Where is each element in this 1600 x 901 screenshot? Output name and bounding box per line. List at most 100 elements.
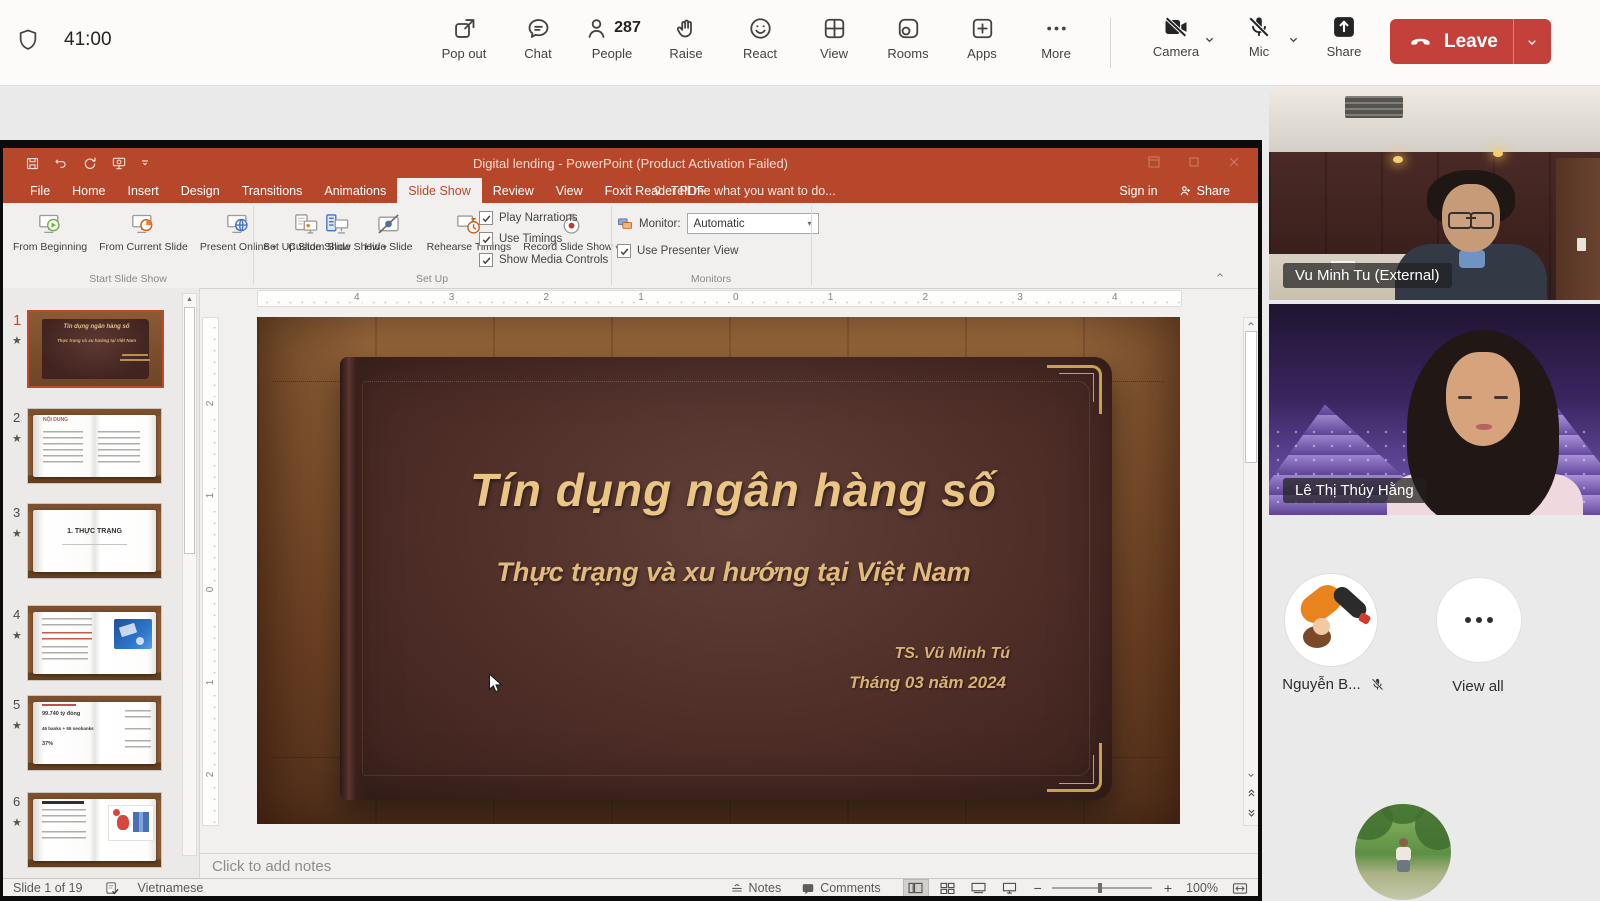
next-slide-icon[interactable] (1244, 807, 1258, 819)
muted-mic-icon (1369, 676, 1386, 693)
mic-chevron-icon[interactable] (1286, 32, 1301, 47)
sign-in-link[interactable]: Sign in (1119, 184, 1157, 198)
collapse-ribbon-icon[interactable] (1214, 270, 1226, 280)
slide-scrollbar[interactable] (1243, 317, 1258, 826)
tab-animations[interactable]: Animations (313, 178, 397, 203)
tab-review[interactable]: Review (482, 178, 545, 203)
toolbar-rooms-button[interactable]: Rooms (871, 0, 945, 85)
toolbar-react-button[interactable]: React (723, 0, 797, 85)
window-controls[interactable] (1148, 156, 1240, 168)
thumbnail-slide-2[interactable]: 2 ★ NỘI DUNG (3, 408, 199, 488)
zoom-slider[interactable] (1052, 887, 1152, 889)
monitor-select[interactable]: Automatic ▾ (687, 213, 819, 234)
thumbnail-slide-3[interactable]: 3 ★ 1. THỰC TRẠNG (3, 503, 199, 583)
zoom-in-button[interactable]: + (1164, 880, 1172, 896)
leave-button[interactable]: Leave (1390, 19, 1551, 64)
tab-insert[interactable]: Insert (117, 178, 170, 203)
react-smiley-icon (747, 13, 774, 43)
toolbar-apps-button[interactable]: Apps (945, 0, 1019, 85)
hide-slide-button[interactable]: Hide Slide (357, 206, 421, 254)
ruler-number: 3 (447, 292, 457, 303)
thumbnail-scrollbar[interactable]: ▲ (182, 293, 197, 856)
normal-view-button[interactable] (903, 879, 929, 896)
video-tile-2[interactable]: Lê Thị Thúy Hằng (1269, 304, 1600, 515)
toolbar-pop-out-button[interactable]: Pop out (427, 0, 501, 85)
toolbar-divider (1110, 18, 1111, 68)
from-current-slide-button[interactable]: From Current Slide (93, 206, 194, 254)
checkbox-checked-icon (617, 244, 631, 258)
checkbox-checked-icon (479, 211, 493, 225)
zoom-slider-thumb[interactable] (1098, 883, 1102, 893)
thumbnail-slide-1[interactable]: 1 ★ Tín dụng ngân hàng số Thực trạng và … (3, 310, 199, 390)
use-presenter-view-checkbox[interactable]: Use Presenter View (617, 244, 738, 258)
ruler-number: 3 (1015, 292, 1025, 303)
teams-toolbar: 41:00 Pop outChat287PeopleRaiseReactView… (0, 0, 1600, 86)
zoom-level[interactable]: 100% (1186, 881, 1218, 895)
apps-plus-icon (969, 13, 996, 43)
ppt-share-label: Share (1197, 184, 1230, 198)
scroll-down-icon[interactable] (1244, 771, 1258, 779)
show-media-controls-checkbox[interactable]: Show Media Controls (479, 253, 608, 267)
camera-chevron-icon[interactable] (1202, 32, 1217, 47)
language-indicator[interactable]: Vietnamese (138, 881, 204, 895)
slide-number: 1 (13, 312, 21, 329)
scrollbar-thumb[interactable] (1245, 331, 1257, 463)
notes-pane[interactable]: Click to add notes (200, 853, 1258, 879)
tab-slide-show[interactable]: Slide Show (397, 178, 482, 203)
ppt-share-button[interactable]: Share (1178, 184, 1230, 198)
tell-me-text: Tell me what you want to do... (671, 184, 836, 198)
start-slideshow-icon[interactable] (111, 155, 127, 171)
play-narrations-checkbox[interactable]: Play Narrations (479, 211, 608, 225)
fit-slide-to-window-icon[interactable] (1232, 882, 1248, 895)
button-label: From Current Slide (99, 241, 188, 254)
participant-avatar[interactable] (1284, 573, 1378, 667)
mic-button[interactable]: Mic (1236, 13, 1282, 59)
redo-icon[interactable] (82, 155, 98, 171)
save-icon[interactable] (25, 156, 40, 171)
notes-toggle[interactable]: Notes (730, 881, 782, 895)
spellcheck-icon[interactable] (105, 881, 120, 896)
tell-me-box[interactable]: Tell me what you want to do... (651, 178, 836, 203)
scrollbar-thumb[interactable] (184, 307, 195, 554)
slide-canvas[interactable]: Tín dụng ngân hàng số Thực trạng và xu h… (257, 317, 1180, 824)
scroll-up-icon[interactable]: ▲ (183, 296, 196, 303)
tab-file[interactable]: File (19, 178, 61, 203)
qat-customize-chevron-icon[interactable] (140, 158, 150, 168)
tab-design[interactable]: Design (170, 178, 231, 203)
thumbnail-slide-6[interactable]: 6 ★ (3, 792, 199, 872)
tab-home[interactable]: Home (61, 178, 116, 203)
toolbar-people-button[interactable]: 287People (575, 0, 649, 85)
toolbar-more-button[interactable]: More (1019, 0, 1093, 85)
leave-chevron-icon[interactable] (1514, 34, 1551, 50)
ppt-tab-strip: FileHomeInsertDesignTransitionsAnimation… (3, 178, 1258, 203)
ruler-number: 1 (826, 292, 836, 303)
reading-view-button[interactable] (967, 880, 991, 896)
video-tile-1[interactable]: Vu Minh Tu (External) (1269, 88, 1600, 300)
thumbnail-slide-5[interactable]: 5 ★ 99.740 tỷ đồng 46 banks + 55 neobank… (3, 695, 199, 775)
scroll-up-icon[interactable] (1244, 320, 1258, 328)
toolbar-chat-button[interactable]: Chat (501, 0, 575, 85)
zoom-out-button[interactable]: − (1034, 880, 1042, 896)
slide-show-view-button[interactable] (998, 880, 1022, 896)
checkbox-checked-icon (479, 253, 493, 267)
toolbar-view-button[interactable]: View (797, 0, 871, 85)
powerpoint-window: Digital lending - PowerPoint (Product Ac… (3, 148, 1258, 896)
comments-toggle[interactable]: Comments (801, 881, 880, 895)
tab-transitions[interactable]: Transitions (231, 178, 314, 203)
camera-button[interactable]: Camera (1146, 13, 1206, 59)
slide-sorter-view-button[interactable] (936, 880, 960, 896)
rooms-icon (895, 13, 922, 43)
previous-slide-icon[interactable] (1244, 787, 1258, 799)
thumbnail-slide-4[interactable]: 4 ★ (3, 605, 199, 685)
share-button[interactable]: Share (1318, 13, 1370, 59)
window-title: Digital lending - PowerPoint (Product Ac… (203, 156, 1058, 171)
from-beginning-button[interactable]: From Beginning (7, 206, 93, 254)
set-up-slide-show-button[interactable]: Set Up Slide Show (257, 206, 357, 254)
participant-avatar-photo[interactable] (1355, 804, 1451, 900)
tab-view[interactable]: View (545, 178, 594, 203)
use-timings-checkbox[interactable]: Use Timings (479, 232, 608, 246)
view-all-button[interactable] (1436, 577, 1522, 663)
toolbar-raise-button[interactable]: Raise (649, 0, 723, 85)
animation-star-icon: ★ (12, 432, 22, 445)
undo-icon[interactable] (53, 156, 69, 171)
